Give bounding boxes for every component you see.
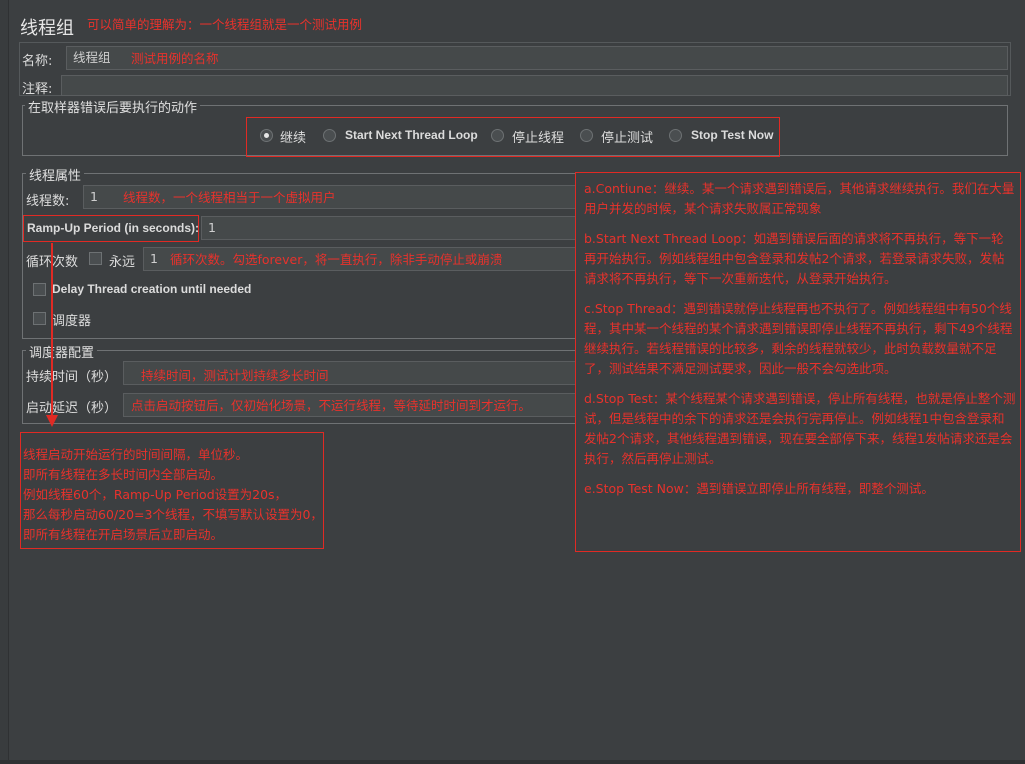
loop-annotation: 循环次数。勾选forever，将一直执行，除非手动停止或崩溃 [170,252,503,267]
thread-props-title: 线程属性 [26,165,85,184]
start-delay-label: 启动延迟（秒） [26,401,118,416]
arrow-down-icon [46,415,58,427]
page-title: 线程组 [20,18,74,39]
radio-stop-thread[interactable] [491,129,504,142]
error-actions-note-box: a.Contiune：继续。某一个请求遇到错误后，其他请求继续执行。我们在大量用… [575,172,1021,552]
radio-stop-test-now[interactable] [669,129,682,142]
threads-label: 线程数: [26,194,70,209]
radio-continue-label[interactable]: 继续 [280,127,306,146]
error-note-continue: a.Contiune：继续。某一个请求遇到错误后，其他请求继续执行。我们在大量用… [584,181,1015,216]
rampup-note-line: 线程启动开始运行的时间间隔，单位秒。 [23,447,249,462]
scheduler-checkbox[interactable] [33,312,46,325]
threads-annotation: 线程数，一个线程相当于一个虚拟用户 [123,190,336,205]
radio-start-next-loop-label[interactable]: Start Next Thread Loop [345,128,478,142]
start-delay-annotation: 点击启动按钮后，仅初始化场景，不运行线程，等待延时时间到才运行。 [131,398,532,413]
loop-input-value: 1 [150,251,158,266]
rampup-note-box: 线程启动开始运行的时间间隔，单位秒。 即所有线程在多长时间内全部启动。 例如线程… [20,432,324,549]
comment-label: 注释: [22,82,53,97]
name-input-value: 线程组 [73,50,111,65]
error-note-next-loop: b.Start Next Thread Loop：如遇到错误后面的请求将不再执行… [584,231,1005,286]
scheduler-config-title: 调度器配置 [26,342,98,361]
radio-stop-thread-label[interactable]: 停止线程 [512,127,564,146]
rampup-note-line: 即所有线程在开启场景后立即启动。 [23,527,224,542]
error-note-stop-test: d.Stop Test：某个线程某个请求遇到错误，停止所有线程，也就是停止整个测… [584,391,1016,466]
arrow-line [51,243,53,419]
title-annotation: 可以简单的理解为：一个线程组就是一个测试用例 [87,17,363,32]
error-note-stop-thread: c.Stop Thread：遇到错误就停止线程再也不执行了。例如线程组中有50个… [584,301,1013,376]
rampup-note-line: 例如线程60个，Ramp-Up Period设置为20s， [23,487,288,502]
rampup-note-line: 那么每秒启动60/20=3个线程，不填写默认设置为0， [23,507,323,522]
sampler-error-title: 在取样器错误后要执行的动作 [25,97,201,116]
error-note-stop-test-now: e.Stop Test Now：遇到错误立即停止所有线程，即整个测试。 [584,481,934,496]
delay-thread-checkbox[interactable] [33,283,46,296]
forever-label[interactable]: 永远 [109,251,135,270]
panel-splitter[interactable] [0,0,9,764]
radio-start-next-loop[interactable] [323,129,336,142]
radio-stop-test-label[interactable]: 停止测试 [601,127,653,146]
name-label: 名称: [22,54,53,69]
duration-label: 持续时间（秒） [26,370,118,385]
rampup-note-line: 即所有线程在多长时间内全部启动。 [23,467,224,482]
forever-checkbox[interactable] [89,252,102,265]
rampup-input-value: 1 [208,220,216,235]
name-annotation: 测试用例的名称 [131,51,219,66]
threads-input-value: 1 [90,189,98,204]
comment-input[interactable] [61,75,1008,96]
rampup-label: Ramp-Up Period (in seconds): [27,221,200,235]
radio-stop-test[interactable] [580,129,593,142]
radio-stop-test-now-label[interactable]: Stop Test Now [691,128,773,142]
delay-thread-label[interactable]: Delay Thread creation until needed [52,282,251,296]
scheduler-label[interactable]: 调度器 [52,310,91,329]
bottom-border [0,760,1025,764]
radio-continue[interactable] [260,129,273,142]
duration-annotation: 持续时间，测试计划持续多长时间 [141,368,329,383]
